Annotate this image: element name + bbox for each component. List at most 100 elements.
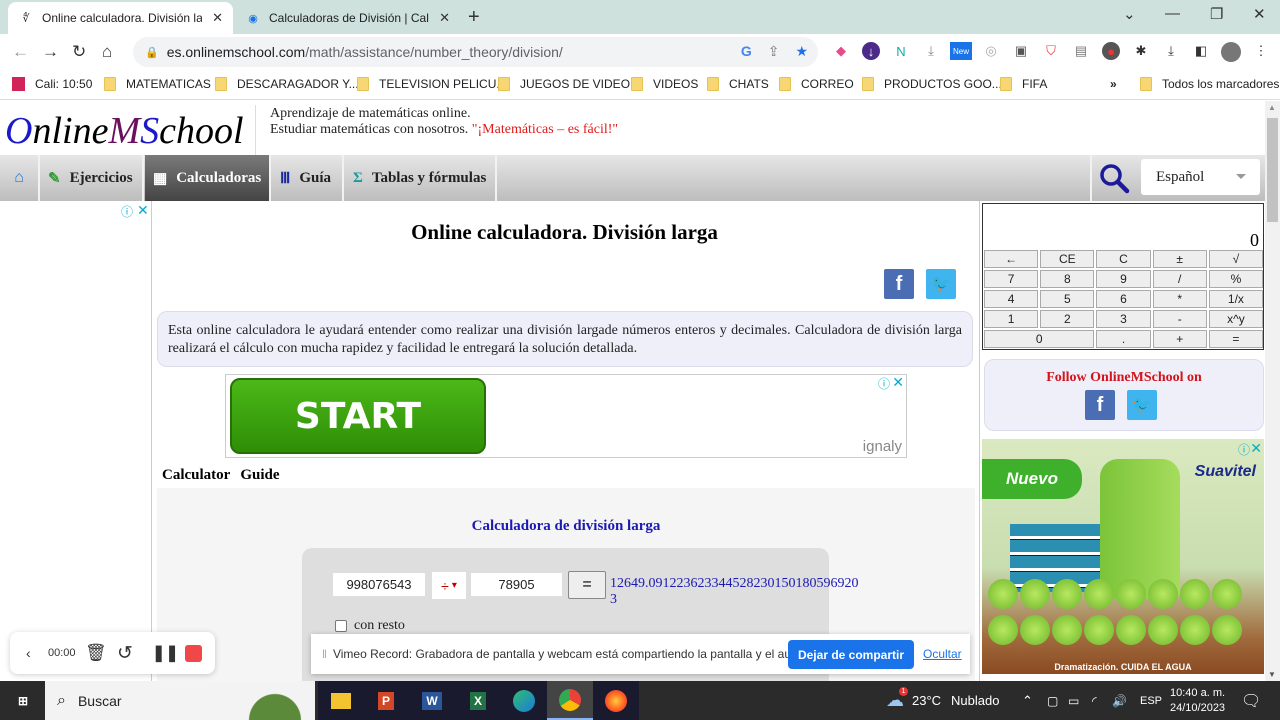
clock[interactable]: 10:40 a. m. 24/10/2023 xyxy=(1170,681,1225,720)
ad-start-button[interactable]: START xyxy=(230,378,486,454)
suavitel-ad[interactable]: Nuevo Suavitel ⓘ ✕ Dramatización. CUIDA … xyxy=(982,439,1264,674)
camera-icon[interactable]: ▢ xyxy=(1047,681,1058,720)
share-icon[interactable]: ⇪ xyxy=(768,43,780,60)
forward-button[interactable]: → xyxy=(42,42,59,62)
tab-guide[interactable]: Guide xyxy=(235,464,285,488)
capture-icon[interactable]: ▣ xyxy=(1012,42,1030,60)
show-hidden-icons-chevron-icon[interactable]: ⌃ xyxy=(1022,681,1033,720)
restart-icon[interactable]: ↺ xyxy=(117,642,133,665)
calc-key[interactable]: - xyxy=(1152,310,1207,328)
taskbar-search[interactable]: ⌕ Buscar xyxy=(45,681,315,720)
ad-info-icon[interactable]: ⓘ xyxy=(878,375,890,392)
calc-key[interactable]: = xyxy=(1208,330,1263,348)
close-window-button[interactable]: ✕ xyxy=(1253,5,1266,23)
bookmark-star-icon[interactable]: ★ xyxy=(795,43,808,60)
file-explorer-icon[interactable] xyxy=(318,681,364,720)
menu-home[interactable]: ⌂ xyxy=(0,155,40,201)
all-bookmarks[interactable]: Todos los marcadores xyxy=(1140,77,1279,91)
twitter-share-button[interactable]: 🐦 xyxy=(926,269,956,299)
calc-key[interactable]: + xyxy=(1152,330,1207,348)
new-tab-button[interactable]: + xyxy=(468,6,480,29)
powerpoint-icon[interactable]: P xyxy=(363,681,409,720)
ad-close-icon[interactable]: ✕ xyxy=(1250,440,1262,457)
calc-key[interactable]: % xyxy=(1208,270,1263,288)
calc-key[interactable]: x^y xyxy=(1208,310,1263,328)
scroll-down-icon[interactable]: ▼ xyxy=(1268,670,1276,679)
facebook-follow-button[interactable]: f xyxy=(1085,390,1115,420)
minimize-button[interactable]: — xyxy=(1165,5,1180,22)
bookmark-clock[interactable]: Cali: 10:50 xyxy=(12,77,92,91)
ad-close-icon[interactable]: ✕ xyxy=(892,374,904,391)
volume-icon[interactable]: 🔊 xyxy=(1112,681,1127,720)
ad-close-icon[interactable]: ✕ xyxy=(137,202,149,219)
firefox-icon[interactable] xyxy=(593,681,639,720)
dividend-input[interactable]: 998076543 xyxy=(333,573,425,596)
download-extension-icon[interactable]: ↓ xyxy=(862,42,880,60)
calc-key[interactable]: 9 xyxy=(1096,270,1151,288)
calc-key[interactable]: 0 xyxy=(984,330,1095,348)
ad-info-icon[interactable]: ⓘ xyxy=(1238,441,1250,458)
profile-avatar-icon[interactable] xyxy=(1221,42,1241,62)
battery-icon[interactable]: ▭ xyxy=(1068,681,1079,720)
remainder-checkbox[interactable]: con resto xyxy=(335,618,405,634)
calc-key[interactable]: √ xyxy=(1208,250,1263,268)
tab-calculator[interactable]: Calculator xyxy=(157,464,236,488)
calc-key[interactable]: 1 xyxy=(984,310,1039,328)
bookmark-folder[interactable]: DESCARAGADOR Y... xyxy=(215,77,359,91)
bookmarks-overflow-button[interactable]: » xyxy=(1110,77,1117,91)
calc-key[interactable]: 5 xyxy=(1040,290,1095,308)
home-button[interactable]: ⌂ xyxy=(102,42,112,62)
pause-icon[interactable]: ❚❚ xyxy=(152,643,179,663)
tab-division-larga[interactable]: ∜ Online calculadora. División larg ✕ xyxy=(8,2,233,34)
bookmark-folder[interactable]: JUEGOS DE VIDEO xyxy=(498,77,630,91)
calc-key[interactable]: 7 xyxy=(984,270,1039,288)
shield-icon[interactable]: ⛉ xyxy=(1042,42,1060,60)
hide-link[interactable]: Ocultar xyxy=(923,647,962,661)
bookmark-folder[interactable]: FIFA xyxy=(1000,77,1047,91)
edge-icon[interactable] xyxy=(501,681,547,720)
collapse-chevron-icon[interactable]: ‹ xyxy=(26,645,31,661)
operator-select[interactable]: ÷ ▾ xyxy=(432,572,466,599)
divisor-input[interactable]: 78905 xyxy=(471,573,562,596)
calc-key[interactable]: 3 xyxy=(1096,310,1151,328)
tab-calculadoras-division[interactable]: ◉ Calculadoras de División | Calcu ✕ xyxy=(235,2,460,34)
wifi-icon[interactable]: ◜ xyxy=(1092,681,1097,720)
calc-key[interactable]: . xyxy=(1096,330,1151,348)
clapper-icon[interactable]: ▤ xyxy=(1072,42,1090,60)
notifications-icon[interactable]: 🗨 xyxy=(1241,681,1261,720)
menu-kebab-icon[interactable]: ⋮ xyxy=(1252,42,1270,60)
menu-ejercicios[interactable]: ✎ Ejercicios xyxy=(40,155,144,201)
calc-key[interactable]: 6 xyxy=(1096,290,1151,308)
screenshot-icon[interactable]: ◎ xyxy=(982,42,1000,60)
stop-sharing-button[interactable]: Dejar de compartir xyxy=(788,640,914,669)
bookmark-folder[interactable]: CHATS xyxy=(707,77,769,91)
calc-key[interactable]: 8 xyxy=(1040,270,1095,288)
calculate-button[interactable]: = xyxy=(568,571,606,599)
calc-key[interactable]: C xyxy=(1096,250,1151,268)
downloads-icon[interactable]: ⤓ xyxy=(1162,42,1180,60)
excel-icon[interactable]: X xyxy=(455,681,501,720)
bookmark-folder[interactable]: CORREO xyxy=(779,77,854,91)
google-lens-icon[interactable]: G xyxy=(741,43,752,60)
word-icon[interactable]: W xyxy=(409,681,455,720)
site-search-button[interactable] xyxy=(1090,155,1136,201)
language-select[interactable]: Español xyxy=(1141,159,1260,195)
calc-key[interactable]: / xyxy=(1152,270,1207,288)
menu-calculadoras[interactable]: ▦ Calculadoras xyxy=(145,155,271,201)
ad-banner[interactable]: START ⓘ ✕ ignaly xyxy=(225,374,907,458)
extensions-puzzle-icon[interactable]: ✱ xyxy=(1132,42,1150,60)
menu-guia[interactable]: Ⅲ Guía xyxy=(272,155,344,201)
record-icon[interactable]: ● xyxy=(1102,42,1120,60)
restore-button[interactable]: ❐ xyxy=(1210,5,1223,23)
bookmark-folder[interactable]: PRODUCTOS GOO... xyxy=(862,77,1002,91)
side-panel-icon[interactable]: ◧ xyxy=(1192,42,1210,60)
scroll-up-icon[interactable]: ▲ xyxy=(1268,103,1276,112)
new-extension-icon[interactable]: New xyxy=(950,42,972,60)
calc-key[interactable]: 2 xyxy=(1040,310,1095,328)
bookmark-folder[interactable]: MATEMATICAS xyxy=(104,77,211,91)
calc-key[interactable]: ± xyxy=(1152,250,1207,268)
chrome-icon[interactable] xyxy=(547,681,593,720)
calc-key[interactable]: 4 xyxy=(984,290,1039,308)
menu-tablas-formulas[interactable]: Σ Tablas y fórmulas xyxy=(345,155,497,201)
page-scrollbar[interactable]: ▲ ▼ xyxy=(1265,101,1280,681)
